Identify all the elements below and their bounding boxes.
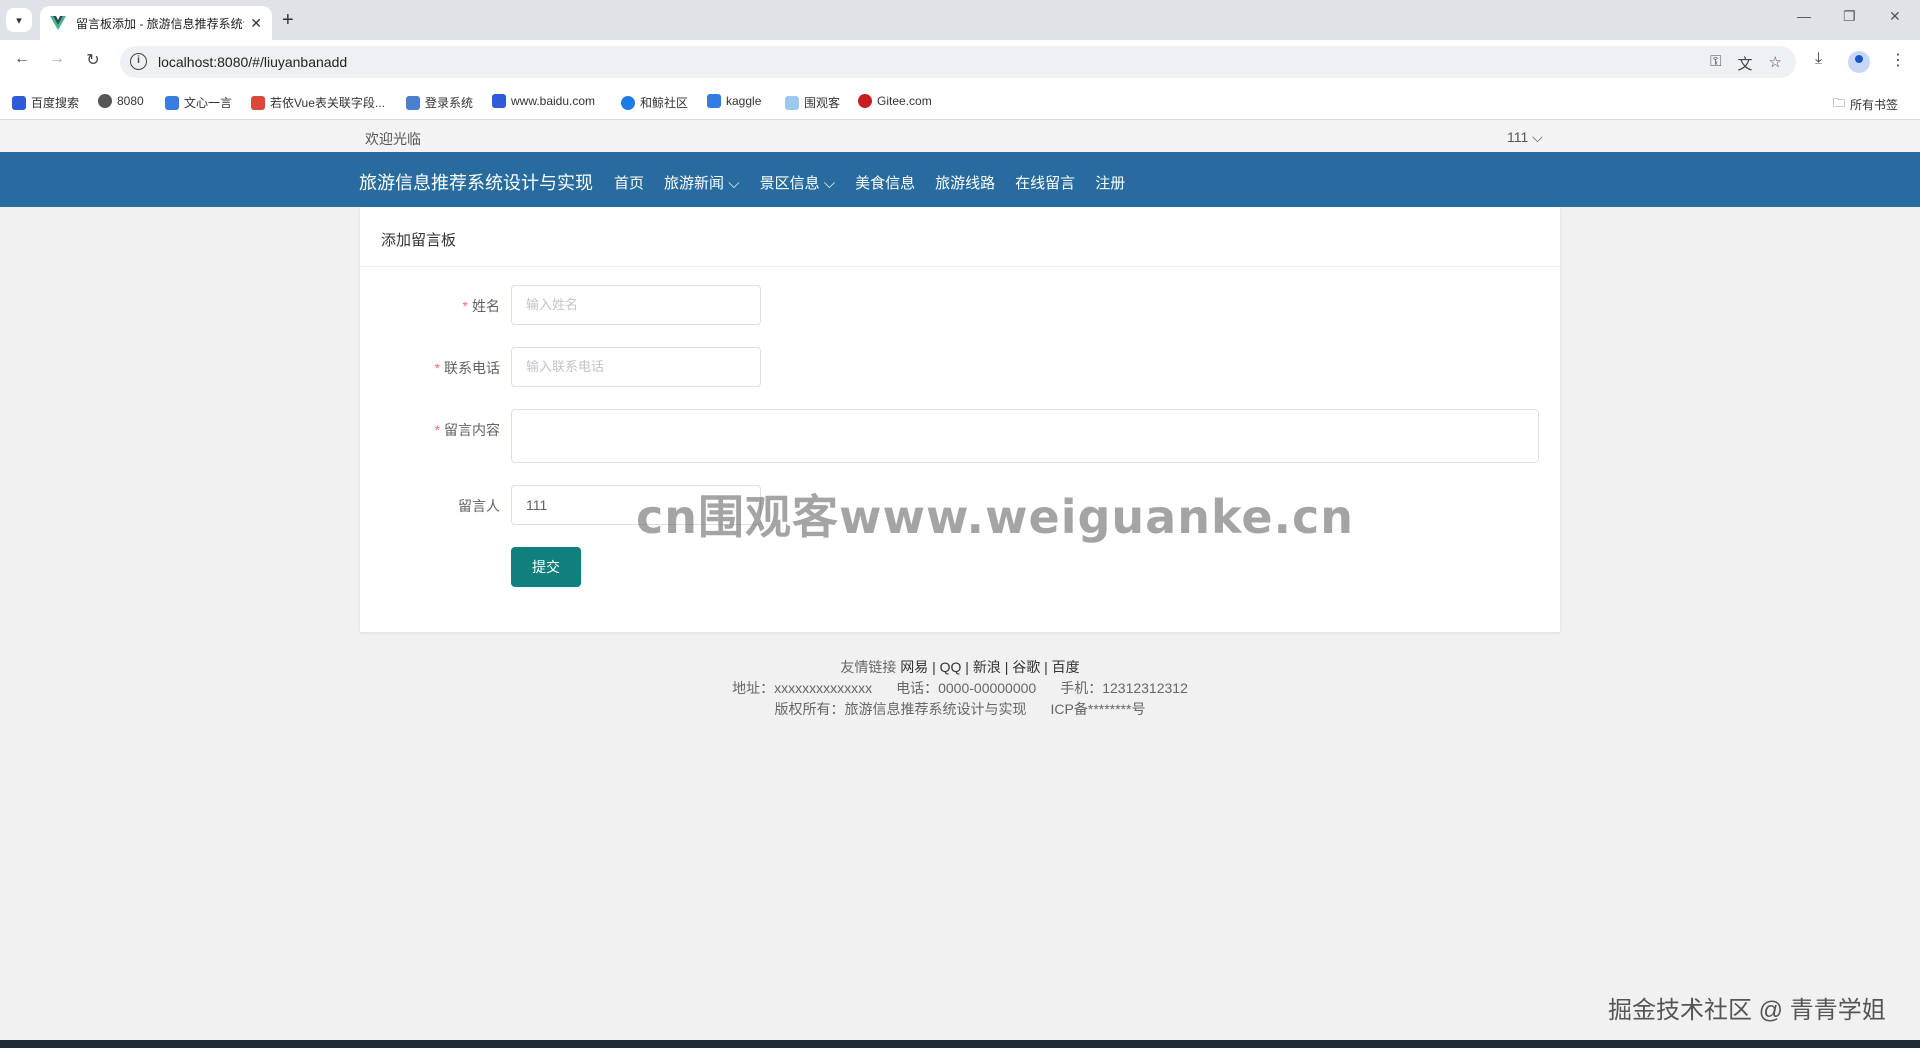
bookmark-item[interactable]: 和鲸社区 [621, 94, 688, 111]
address-bar[interactable]: i localhost:8080/#/liuyanbanadd ⚿ 文 ☆ [120, 46, 1796, 78]
chevron-down-icon: ⌵ [823, 175, 836, 192]
forward-icon[interactable]: → [45, 50, 69, 68]
bookmark-item[interactable]: 若依Vue表关联字段... [251, 94, 385, 111]
main-navbar: 旅游信息推荐系统设计与实现 首页 旅游新闻 ⌵ 景区信息 ⌵ 美食信息 旅游线路… [0, 152, 1920, 207]
footer-mobile: 手机：12312312312 [1060, 680, 1188, 696]
nav-item-routes[interactable]: 旅游线路 [935, 172, 995, 193]
welcome-text: 欢迎光临 [365, 131, 421, 147]
nav-item-news[interactable]: 旅游新闻 ⌵ [664, 172, 740, 193]
download-icon[interactable]: ⤓ [1815, 50, 1822, 68]
reload-icon[interactable]: ↻ [81, 50, 105, 70]
bookmark-item[interactable]: Gitee.com [858, 94, 932, 108]
new-tab-button[interactable]: + [282, 8, 294, 32]
bookmark-favicon-icon [165, 95, 179, 110]
phone-input[interactable]: 输入联系电话 [511, 347, 761, 387]
bookmark-favicon-icon [707, 94, 721, 108]
friend-links-label: 友情链接 [840, 659, 897, 675]
site-brand[interactable]: 旅游信息推荐系统设计与实现 [359, 169, 593, 195]
page-footer: 友情链接 网易 | QQ | 新浪 | 谷歌 | 百度 地址：xxxxxxxxx… [0, 657, 1920, 720]
tab-close-icon[interactable]: ✕ [250, 15, 262, 32]
name-input[interactable]: 输入姓名 [511, 285, 761, 325]
more-menu-icon[interactable]: ⋮ [1890, 50, 1906, 70]
password-key-icon[interactable]: ⚿ [1710, 53, 1721, 74]
browser-tab[interactable]: 留言板添加 - 旅游信息推荐系统设计与实现 ✕ [40, 6, 272, 40]
translate-icon[interactable]: 文 [1738, 53, 1753, 74]
tab-title: 留言板添加 - 旅游信息推荐系统设计与实现 [76, 16, 244, 31]
friend-links[interactable]: 网易 | QQ | 新浪 | 谷歌 | 百度 [900, 659, 1079, 675]
author-label: 留言人 [458, 498, 500, 514]
top-bar: 欢迎光临 111 ⌵ [0, 121, 1920, 152]
bookmark-item[interactable]: www.baidu.com [492, 94, 595, 108]
globe-icon [98, 94, 112, 108]
restore-icon[interactable]: ❐ [1843, 8, 1856, 25]
bookmark-favicon-icon [492, 94, 506, 108]
site-info-icon[interactable]: i [130, 53, 147, 70]
phone-label: * 联系电话 [434, 360, 500, 376]
bookmark-star-icon[interactable]: ☆ [1769, 53, 1782, 74]
site-watermark: cn围观客www.weiguanke.cn [636, 490, 1355, 544]
bookmark-item[interactable]: kaggle [707, 94, 761, 108]
bookmark-favicon-icon [12, 95, 26, 110]
bookmarks-bar: 百度搜索 8080 文心一言 若依Vue表关联字段... 登录系统 www.ba… [0, 84, 1920, 120]
form-title: 添加留言板 [360, 207, 1560, 267]
name-label: * 姓名 [462, 298, 500, 314]
nav-menu: 首页 旅游新闻 ⌵ 景区信息 ⌵ 美食信息 旅游线路 在线留言 注册 [614, 172, 1125, 193]
folder-icon: 🗀 [1833, 96, 1846, 110]
vue-favicon-icon [50, 16, 66, 30]
user-dropdown[interactable]: 111 ⌵ [1507, 129, 1543, 146]
footer-address: 地址：xxxxxxxxxxxxxx [732, 680, 873, 696]
profile-avatar[interactable] [1848, 51, 1870, 73]
all-bookmarks-folder[interactable]: 🗀 所有书签 [1833, 94, 1898, 115]
content-label: * 留言内容 [434, 422, 500, 438]
bookmark-favicon-icon [858, 94, 872, 108]
os-taskbar [0, 1040, 1920, 1048]
browser-toolbar: ← → ↻ i localhost:8080/#/liuyanbanadd ⚿ … [0, 40, 1920, 84]
nav-item-message[interactable]: 在线留言 [1015, 172, 1075, 193]
form-card: 添加留言板 * 姓名 输入姓名 * 联系电话 输入联系电话 * 留言内容 留言人 11… [360, 207, 1560, 632]
url-text[interactable]: localhost:8080/#/liuyanbanadd [158, 54, 347, 70]
bookmark-item[interactable]: 围观客 [785, 94, 840, 111]
nav-item-home[interactable]: 首页 [614, 172, 644, 193]
footer-copyright: 版权所有：旅游信息推荐系统设计与实现 [774, 701, 1027, 717]
bookmark-favicon-icon [785, 95, 799, 110]
close-window-icon[interactable]: ✕ [1889, 8, 1901, 25]
back-icon[interactable]: ← [10, 50, 34, 68]
bookmark-item[interactable]: 文心一言 [165, 94, 232, 111]
bookmark-item[interactable]: 百度搜索 [12, 94, 79, 111]
bookmark-favicon-icon [621, 95, 635, 110]
nav-item-register[interactable]: 注册 [1095, 172, 1125, 193]
bookmark-favicon-icon [251, 95, 265, 110]
browser-tabstrip: ▾ 留言板添加 - 旅游信息推荐系统设计与实现 ✕ + — ❐ ✕ [0, 0, 1920, 40]
bookmark-item[interactable]: 登录系统 [406, 94, 473, 111]
nav-item-scenic[interactable]: 景区信息 ⌵ [760, 172, 836, 193]
juejin-watermark: 掘金技术社区 @ 青青学姐 [1608, 997, 1886, 1024]
chevron-down-icon: ⌵ [728, 175, 740, 192]
minimize-icon[interactable]: — [1797, 8, 1811, 24]
footer-icp: ICP备********号 [1050, 701, 1146, 717]
submit-button[interactable]: 提交 [511, 547, 581, 587]
content-textarea[interactable] [511, 409, 1539, 463]
chevron-down-icon: ⌵ [1532, 129, 1543, 145]
bookmark-item[interactable]: 8080 [98, 94, 144, 108]
page-content: 欢迎光临 111 ⌵ 旅游信息推荐系统设计与实现 首页 旅游新闻 ⌵ 景区信息 … [0, 121, 1920, 1041]
nav-item-food[interactable]: 美食信息 [855, 172, 915, 193]
tab-search-chevron-icon[interactable]: ▾ [6, 8, 32, 32]
bookmark-favicon-icon [406, 95, 420, 110]
footer-phone: 电话：0000-00000000 [896, 680, 1037, 696]
